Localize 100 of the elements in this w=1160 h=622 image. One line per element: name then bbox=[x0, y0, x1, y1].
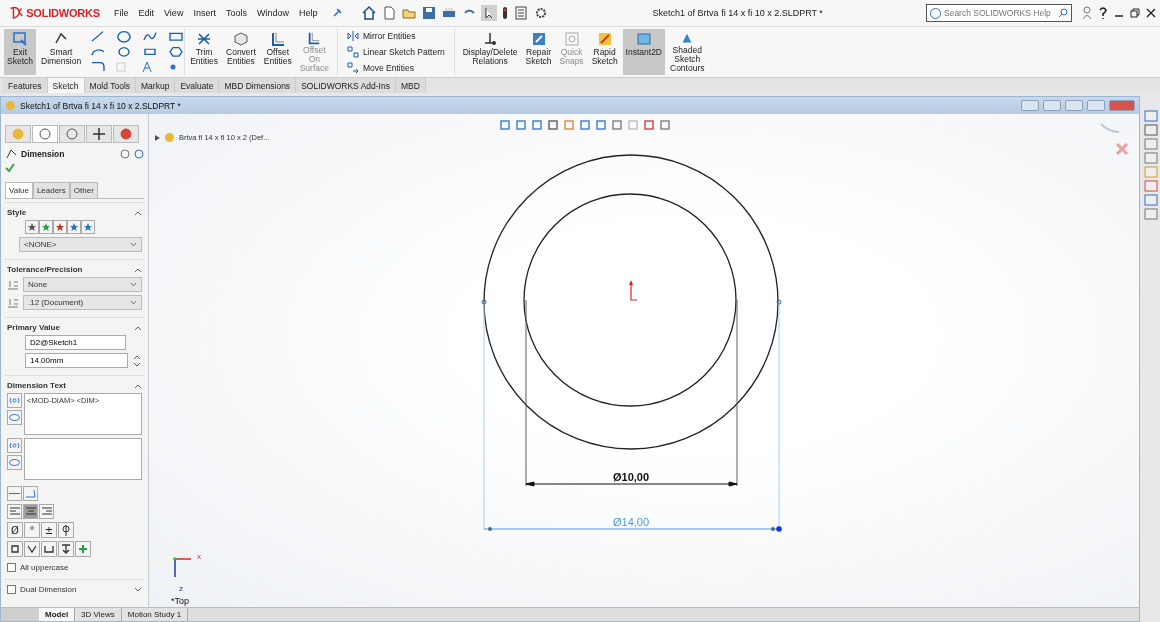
view-tool-icon[interactable] bbox=[595, 119, 607, 131]
sketch-tool-icon[interactable] bbox=[90, 59, 107, 74]
bottom-tab[interactable]: Model bbox=[39, 608, 76, 621]
command-tab[interactable]: MBD bbox=[395, 78, 426, 93]
view-tool-icon[interactable] bbox=[579, 119, 591, 131]
expand-arrow-icon[interactable] bbox=[155, 134, 160, 141]
maximize-button[interactable] bbox=[1087, 100, 1105, 111]
ribbon-button[interactable]: Shaded Sketch Contours bbox=[667, 29, 708, 75]
view-tool-icon[interactable] bbox=[499, 119, 511, 131]
panel-tab[interactable]: Other bbox=[69, 182, 98, 198]
style-dropdown[interactable]: <NONE> bbox=[19, 237, 142, 252]
ribbon-button[interactable]: Repair Sketch bbox=[522, 29, 555, 75]
view-tool-icon[interactable] bbox=[659, 119, 671, 131]
ribbon-button[interactable]: Move Entities bbox=[346, 62, 445, 74]
menu-item[interactable]: Tools bbox=[221, 8, 251, 18]
symbol-button[interactable]: ± bbox=[41, 522, 57, 538]
view-tool-icon[interactable] bbox=[643, 119, 655, 131]
add-parentheses-button[interactable] bbox=[7, 393, 22, 408]
ribbon-button[interactable]: Instant2D bbox=[622, 29, 665, 75]
command-tab[interactable]: SOLIDWORKS Add-Ins bbox=[296, 78, 396, 93]
style-button[interactable] bbox=[81, 220, 95, 234]
checkbox[interactable] bbox=[7, 585, 16, 594]
search-field[interactable]: Search SOLIDWORKS Help bbox=[944, 8, 1055, 18]
ribbon-button[interactable]: Trim Entities bbox=[187, 29, 222, 75]
sketch-tool-icon[interactable] bbox=[168, 44, 185, 59]
tile-button[interactable] bbox=[1043, 100, 1061, 111]
ribbon-button[interactable]: Offset Entities bbox=[260, 29, 295, 75]
symbol-button[interactable] bbox=[41, 541, 57, 557]
manager-tab[interactable] bbox=[113, 125, 139, 143]
checkbox[interactable] bbox=[7, 563, 16, 572]
manager-tab[interactable] bbox=[86, 125, 112, 143]
spin-arrows-icon[interactable] bbox=[132, 353, 142, 368]
command-tab[interactable]: Mold Tools bbox=[84, 78, 137, 93]
ok-check-icon[interactable] bbox=[5, 163, 15, 173]
dimension-line[interactable] bbox=[525, 299, 738, 487]
command-tab[interactable]: Features bbox=[3, 78, 48, 93]
view-tool-icon[interactable] bbox=[531, 119, 543, 131]
restore-icon[interactable] bbox=[1130, 8, 1140, 18]
symbol-button[interactable] bbox=[7, 541, 23, 557]
ribbon-button[interactable]: Linear Sketch Pattern bbox=[346, 46, 445, 58]
view-tool-icon[interactable] bbox=[611, 119, 623, 131]
symbol-button[interactable] bbox=[24, 541, 40, 557]
dimension-text-box[interactable] bbox=[24, 438, 142, 480]
sketch-tool-icon[interactable] bbox=[116, 44, 133, 59]
inner-circle[interactable] bbox=[523, 193, 737, 407]
sketch-tool-icon[interactable] bbox=[116, 29, 133, 44]
confirm-corner-drawing[interactable] bbox=[1099, 122, 1129, 156]
style-button[interactable] bbox=[67, 220, 81, 234]
tolerance-dropdown[interactable]: None bbox=[23, 277, 142, 292]
inspection-button[interactable] bbox=[7, 455, 22, 470]
search-box[interactable]: Search SOLIDWORKS Help bbox=[926, 4, 1072, 22]
menu-item[interactable]: File bbox=[110, 8, 133, 18]
precision-dropdown[interactable]: .12 (Document) bbox=[23, 295, 142, 310]
menu-item[interactable]: Insert bbox=[189, 8, 220, 18]
command-tab[interactable]: Evaluate bbox=[175, 78, 220, 93]
text-align-button[interactable] bbox=[7, 504, 22, 519]
task-pane-icon[interactable] bbox=[1144, 180, 1158, 192]
view-tool-icon[interactable] bbox=[547, 119, 559, 131]
task-pane-icon[interactable] bbox=[1144, 110, 1158, 122]
panel-tab[interactable]: Value bbox=[5, 182, 33, 198]
view-tool-icon[interactable] bbox=[563, 119, 575, 131]
home-icon[interactable] bbox=[361, 5, 378, 21]
help-question-icon[interactable] bbox=[1098, 6, 1108, 20]
task-pane-icon[interactable] bbox=[1144, 208, 1158, 220]
pin-icon[interactable] bbox=[331, 7, 344, 19]
menu-item[interactable]: Window bbox=[252, 8, 293, 18]
cursor-icon[interactable] bbox=[481, 5, 498, 21]
symbol-button[interactable] bbox=[58, 541, 74, 557]
bottom-tab[interactable]: 3D Views bbox=[75, 608, 122, 621]
save-icon[interactable] bbox=[421, 5, 438, 21]
style-button[interactable] bbox=[39, 220, 53, 234]
dimension-line[interactable] bbox=[481, 299, 782, 532]
task-pane-icon[interactable] bbox=[1144, 138, 1158, 150]
inspection-button[interactable] bbox=[7, 410, 22, 425]
angle-button[interactable] bbox=[23, 486, 38, 501]
symbol-button[interactable]: Ø bbox=[7, 522, 23, 538]
ribbon-button[interactable]: Display/Delete Relations bbox=[459, 29, 521, 75]
command-tab[interactable]: MBD Dimensions bbox=[219, 78, 297, 93]
tile-button[interactable] bbox=[1021, 100, 1039, 111]
leader-button[interactable] bbox=[7, 486, 22, 501]
minimize-button[interactable] bbox=[1065, 100, 1083, 111]
outer-circle[interactable] bbox=[483, 154, 779, 450]
menu-item[interactable]: View bbox=[160, 8, 188, 18]
ribbon-button[interactable]: Convert Entities bbox=[223, 29, 259, 75]
add-parentheses-button[interactable] bbox=[7, 438, 22, 453]
bottom-tab[interactable]: Motion Study 1 bbox=[121, 608, 189, 621]
ribbon-button[interactable]: Rapid Sketch bbox=[588, 29, 621, 75]
panel-tab[interactable]: Leaders bbox=[32, 182, 70, 198]
task-pane-icon[interactable] bbox=[1144, 124, 1158, 136]
close-icon[interactable] bbox=[1146, 8, 1156, 18]
dimension-name-field[interactable]: D2@Sketch1 bbox=[25, 335, 126, 350]
text-tool-icon[interactable] bbox=[142, 60, 153, 73]
command-tab[interactable]: Sketch bbox=[47, 78, 85, 93]
dimension-value-field[interactable]: 14.00mm bbox=[25, 353, 128, 368]
text-align-button[interactable] bbox=[39, 504, 54, 519]
symbol-button[interactable] bbox=[58, 522, 74, 538]
command-tab[interactable]: Markup bbox=[136, 78, 176, 93]
menu-item[interactable]: Edit bbox=[134, 8, 159, 18]
style-button[interactable] bbox=[25, 220, 39, 234]
manager-tab[interactable] bbox=[32, 125, 58, 143]
